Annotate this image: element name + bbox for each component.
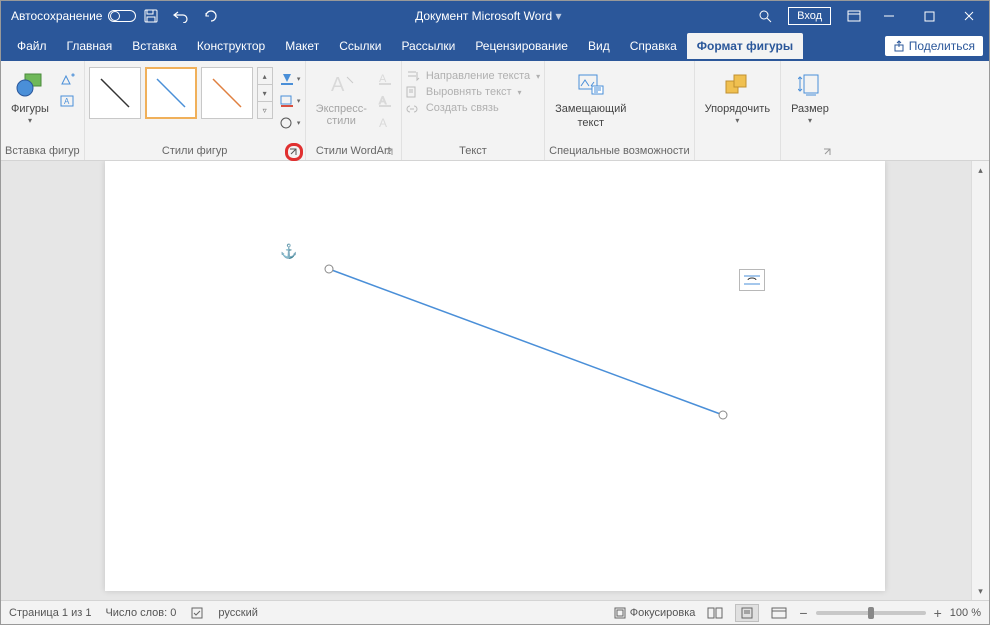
page[interactable]: ⚓ xyxy=(105,161,885,591)
size-button[interactable]: Размер▾ xyxy=(785,67,835,128)
zoom-slider[interactable] xyxy=(816,611,926,615)
vertical-scrollbar[interactable]: ▴ ▾ xyxy=(971,161,989,600)
print-layout-icon[interactable] xyxy=(735,604,759,622)
search-icon[interactable] xyxy=(750,1,780,31)
group-arrange: Упорядочить▾ xyxy=(695,61,781,160)
login-button[interactable]: Вход xyxy=(788,7,831,25)
focus-mode[interactable]: Фокусировка xyxy=(614,607,696,619)
language[interactable]: русский xyxy=(218,607,257,619)
close-icon[interactable] xyxy=(949,1,989,31)
ribbon-options-icon[interactable] xyxy=(839,1,869,31)
group-size: Размер▾ xyxy=(781,61,839,160)
tab-mail[interactable]: Рассылки xyxy=(391,33,465,59)
create-link: Создать связь xyxy=(406,101,540,115)
tab-review[interactable]: Рецензирование xyxy=(465,33,578,59)
status-bar: Страница 1 из 1 Число слов: 0 русский Фо… xyxy=(1,600,989,624)
title-bar: Автосохранение Документ Microsoft Word ▾… xyxy=(1,1,989,31)
arrange-button[interactable]: Упорядочить▾ xyxy=(699,67,776,128)
group-label: Текст xyxy=(459,145,487,157)
web-layout-icon[interactable] xyxy=(767,604,791,622)
anchor-icon: ⚓ xyxy=(280,243,297,260)
maximize-icon[interactable] xyxy=(909,1,949,31)
text-fill-icon: A xyxy=(375,69,397,89)
zoom-level[interactable]: 100 % xyxy=(950,607,981,619)
tab-home[interactable]: Главная xyxy=(57,33,123,59)
wordart-quickstyles: A Экспресс- стили xyxy=(310,67,373,129)
tab-design[interactable]: Конструктор xyxy=(187,33,275,59)
tab-insert[interactable]: Вставка xyxy=(122,33,187,59)
line-shape[interactable] xyxy=(323,263,733,423)
text-effects-icon: A xyxy=(375,113,397,133)
group-label: Стили WordArt xyxy=(316,145,391,157)
read-mode-icon[interactable] xyxy=(703,604,727,622)
autosave-toggle[interactable] xyxy=(108,10,136,22)
alt-text-button[interactable]: Замещающий текст xyxy=(549,67,632,131)
tab-shape-format[interactable]: Формат фигуры xyxy=(687,33,803,59)
gallery-scroll[interactable]: ▴▾▿ xyxy=(257,67,273,119)
scroll-down-icon[interactable]: ▾ xyxy=(972,582,989,600)
group-text: Направление текста▾ Выровнять текст▾ Соз… xyxy=(402,61,545,160)
group-shape-styles: ▴▾▿ ▾ ▾ ▾ Стили фигур xyxy=(85,61,306,160)
shapes-button[interactable]: Фигуры▾ xyxy=(5,67,55,128)
scroll-up-icon[interactable]: ▴ xyxy=(972,161,989,179)
undo-icon[interactable] xyxy=(166,1,196,31)
minimize-icon[interactable] xyxy=(869,1,909,31)
shape-effects-icon[interactable]: ▾ xyxy=(279,113,301,133)
svg-text:A: A xyxy=(379,116,387,130)
style-thumb-3[interactable] xyxy=(201,67,253,119)
text-outline-icon: A xyxy=(375,91,397,111)
edit-shape-icon[interactable] xyxy=(57,69,79,89)
tab-help[interactable]: Справка xyxy=(620,33,687,59)
proofing-icon[interactable] xyxy=(190,606,204,620)
shape-fill-icon[interactable]: ▾ xyxy=(279,69,301,89)
group-label: Специальные возможности xyxy=(549,145,689,157)
group-accessibility: Замещающий текст Специальные возможности xyxy=(545,61,694,160)
ribbon-tabs: Файл Главная Вставка Конструктор Макет С… xyxy=(1,31,989,61)
word-count[interactable]: Число слов: 0 xyxy=(105,607,176,619)
svg-text:A: A xyxy=(64,97,70,106)
share-button[interactable]: Поделиться xyxy=(885,36,983,56)
tab-layout[interactable]: Макет xyxy=(275,33,329,59)
document-area[interactable]: ⚓ ▴ ▾ xyxy=(1,161,989,600)
style-thumb-2[interactable] xyxy=(145,67,197,119)
zoom-out-icon[interactable]: − xyxy=(799,605,807,621)
redo-icon[interactable] xyxy=(196,1,226,31)
tab-refs[interactable]: Ссылки xyxy=(329,33,391,59)
wordart-launcher[interactable] xyxy=(383,145,397,159)
tab-file[interactable]: Файл xyxy=(7,33,57,59)
tab-view[interactable]: Вид xyxy=(578,33,620,59)
group-wordart-styles: A Экспресс- стили A A A Стили WordArt xyxy=(306,61,402,160)
group-insert-shapes: Фигуры▾ A Вставка фигур xyxy=(1,61,85,160)
group-label: Стили фигур xyxy=(162,145,227,157)
ribbon: Фигуры▾ A Вставка фигур ▴▾▿ ▾ ▾ ▾ С xyxy=(1,61,989,161)
shape-styles-launcher[interactable] xyxy=(287,145,301,159)
zoom-in-icon[interactable]: + xyxy=(934,605,942,621)
text-direction: Направление текста▾ xyxy=(406,69,540,83)
page-indicator[interactable]: Страница 1 из 1 xyxy=(9,607,91,619)
text-box-icon[interactable]: A xyxy=(57,91,79,111)
align-text: Выровнять текст▾ xyxy=(406,85,540,99)
svg-text:A: A xyxy=(331,74,345,96)
shape-outline-icon[interactable]: ▾ xyxy=(279,91,301,111)
save-icon[interactable] xyxy=(136,1,166,31)
layout-options-icon[interactable] xyxy=(739,269,765,291)
shape-style-gallery[interactable]: ▴▾▿ xyxy=(89,67,273,119)
document-title: Документ Microsoft Word ▾ xyxy=(226,9,750,23)
style-thumb-1[interactable] xyxy=(89,67,141,119)
group-label: Вставка фигур xyxy=(5,145,80,157)
size-launcher[interactable] xyxy=(821,145,835,159)
autosave-label: Автосохранение xyxy=(11,9,102,23)
